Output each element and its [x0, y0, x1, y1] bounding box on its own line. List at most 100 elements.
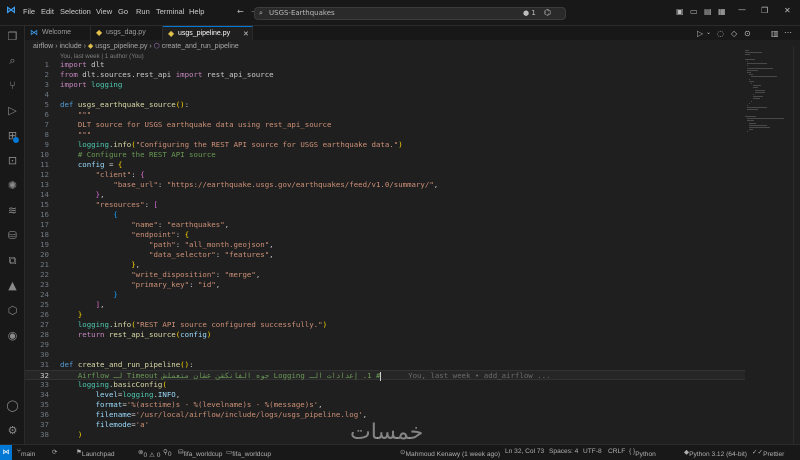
code-line[interactable]: 23 "primary_key": "id", [25, 280, 745, 290]
vertical-scrollbar[interactable] [793, 46, 800, 444]
sync-icon[interactable]: ⟳ [52, 448, 58, 456]
python-icon[interactable]: ⧉ [6, 254, 19, 267]
prettier-item[interactable]: ✓✓ Prettier [752, 448, 784, 458]
code-line[interactable]: 17 "name": "earthquakes", [25, 220, 745, 230]
gitlens-icon[interactable]: ◉ [6, 329, 19, 342]
ports-indicator[interactable]: ⚲ 0 [163, 448, 172, 458]
code-line[interactable]: 9 logging.info("Configuring the REST API… [25, 140, 745, 150]
code-line[interactable]: 25 ], [25, 300, 745, 310]
docker-icon[interactable]: ≋ [6, 204, 19, 217]
minimap[interactable] [745, 46, 793, 156]
breadcrumb-airflow[interactable]: airflow [33, 43, 53, 50]
code-line[interactable]: 20 "data_selector": "features", [25, 250, 745, 260]
menu-edit[interactable]: Edit [41, 7, 54, 16]
code-line[interactable]: 16 { [25, 210, 745, 220]
back-arrow-icon[interactable]: ← [237, 7, 244, 16]
manage-gear-icon[interactable]: ⚙ [6, 424, 19, 437]
copilot-status-icon[interactable]: ● 1 [523, 9, 536, 17]
tab-welcome[interactable]: ⋈ Welcome [25, 26, 91, 40]
database-icon[interactable]: ⛁ [6, 229, 19, 242]
language-mode[interactable]: { } Python [629, 448, 656, 458]
run-python-icon[interactable]: ▷ [697, 29, 703, 38]
problems-indicator[interactable]: ⊗ 0 ⚠ 0 [138, 448, 160, 459]
code-line[interactable]: 27 logging.info("REST API source configu… [25, 320, 745, 330]
code-line[interactable]: 36 filename='/usr/local/airflow/include/… [25, 410, 745, 420]
code-line[interactable]: 35 format='%(asctime)s - %(levelname)s -… [25, 400, 745, 410]
code-line[interactable]: 14 }, [25, 190, 745, 200]
code-line[interactable]: 13 "base_url": "https://earthquake.usgs.… [25, 180, 745, 190]
python-interpreter[interactable]: ◆ Python 3.12 (64-bit) [684, 448, 747, 458]
run-dropdown-icon[interactable]: ⌄ [706, 29, 711, 36]
code-line[interactable]: 28 return rest_api_source(config) [25, 330, 745, 340]
toggle-sidebar-icon[interactable]: ▣ [676, 7, 684, 16]
extensions-icon[interactable]: ⊞ [6, 129, 19, 143]
breadcrumb-function[interactable]: create_and_run_pipeline [162, 43, 239, 50]
code-line[interactable]: 6 """ [25, 110, 745, 120]
codelens-author[interactable]: You, last week | 1 author (You) [60, 53, 144, 60]
menu-terminal[interactable]: Terminal [156, 7, 184, 16]
breadcrumb-file[interactable]: usgs_pipeline.py [95, 43, 147, 50]
menu-file[interactable]: File [23, 7, 35, 16]
launchpad-item[interactable]: ⚑ Launchpad [76, 448, 115, 458]
astro-icon[interactable]: ▲ [6, 279, 19, 292]
explorer-icon[interactable]: ❐ [6, 30, 19, 43]
code-line[interactable]: 19 "path": "all_month.geojson", [25, 240, 745, 250]
code-line[interactable]: 21 }, [25, 260, 745, 270]
menu-selection[interactable]: Selection [60, 7, 91, 16]
code-line[interactable]: 11 config = { [25, 160, 745, 170]
chat-icon[interactable]: ⌬ [544, 8, 551, 17]
code-line[interactable]: 18 "endpoint": { [25, 230, 745, 240]
package-icon[interactable]: ⬡ [6, 304, 19, 317]
accounts-icon[interactable]: ◯ [6, 399, 19, 412]
code-line[interactable]: 34 level=logging.INFO, [25, 390, 745, 400]
encoding[interactable]: UTF-8 [583, 448, 602, 455]
minimize-icon[interactable]: — [738, 5, 746, 14]
source-control-icon[interactable]: ⑂ [6, 79, 19, 92]
git-blame-item[interactable]: ⊙ Mahmoud Kenawy (1 week ago) [400, 448, 500, 458]
code-line[interactable]: 10 # Configure the REST API source [25, 150, 745, 160]
code-line[interactable]: 31 def create_and_run_pipeline(): [25, 360, 745, 370]
menu-view[interactable]: View [96, 7, 112, 16]
code-editor[interactable]: 1 import dlt 2 from dlt.sources.rest_api im… [25, 60, 745, 444]
code-line[interactable]: 8 """ [25, 130, 745, 140]
toggle-panel-icon[interactable]: ▭ [690, 7, 698, 16]
split-editor-icon[interactable]: ▥ [771, 29, 779, 38]
tab-usgs-pipeline[interactable]: ◆ usgs_pipeline.py ✕ [163, 26, 253, 40]
cursor-position[interactable]: Ln 32, Col 73 [505, 448, 544, 455]
env-indicator-1[interactable]: ⛁ fifa_worldcup [178, 448, 222, 458]
indentation[interactable]: Spaces: 4 [549, 448, 578, 455]
code-line[interactable]: 1 import dlt [25, 60, 745, 70]
code-line[interactable]: 12 "client": { [25, 170, 745, 180]
close-window-icon[interactable]: ✕ [784, 6, 791, 15]
code-line[interactable]: 2 from dlt.sources.rest_api import rest_a… [25, 70, 745, 80]
menu-run[interactable]: Run [136, 7, 150, 16]
code-line[interactable]: 24 } [25, 290, 745, 300]
menu-help[interactable]: Help [189, 7, 204, 16]
code-line[interactable]: 29 [25, 340, 745, 350]
toggle-secondary-sidebar-icon[interactable]: ▤ [704, 7, 712, 16]
code-line[interactable]: 26 } [25, 310, 745, 320]
command-center-search[interactable]: ⌕ USGS-Earthquakes ● 1 ⌬ [254, 7, 566, 20]
remote-indicator-icon[interactable]: ⋈ [0, 445, 12, 460]
compare-icon[interactable]: ⊙ [744, 29, 751, 38]
close-tab-icon[interactable]: ✕ [243, 30, 249, 38]
customize-layout-icon[interactable]: ▦ [718, 7, 726, 16]
code-line[interactable]: 7 DLT source for USGS earthquake data us… [25, 120, 745, 130]
breadcrumb-include[interactable]: include [59, 43, 81, 50]
code-line[interactable]: 3 import logging [25, 80, 745, 90]
menu-go[interactable]: Go [118, 7, 128, 16]
run-debug-icon[interactable]: ▷ [6, 104, 19, 117]
remote-explorer-icon[interactable]: ⊡ [6, 154, 19, 167]
open-changes-icon[interactable]: ◌ [717, 29, 724, 38]
current-code-line[interactable]: 32 # 1. إعدادات الـ Logging جوه الفانكشن… [25, 370, 745, 381]
code-line[interactable]: 15 "resources": [ [25, 200, 745, 210]
restore-icon[interactable]: ❐ [761, 6, 768, 15]
previous-change-icon[interactable]: ◇ [731, 29, 737, 38]
code-line[interactable]: 4 [25, 90, 745, 100]
code-line[interactable]: 30 [25, 350, 745, 360]
code-line[interactable]: 33 logging.basicConfig( [25, 380, 745, 390]
search-view-icon[interactable]: ⌕ [6, 54, 19, 67]
code-line[interactable]: 22 "write_disposition": "merge", [25, 270, 745, 280]
testing-icon[interactable]: ✺ [6, 179, 19, 192]
env-indicator-2[interactable]: ▭ fifa_worldcup [226, 448, 271, 458]
